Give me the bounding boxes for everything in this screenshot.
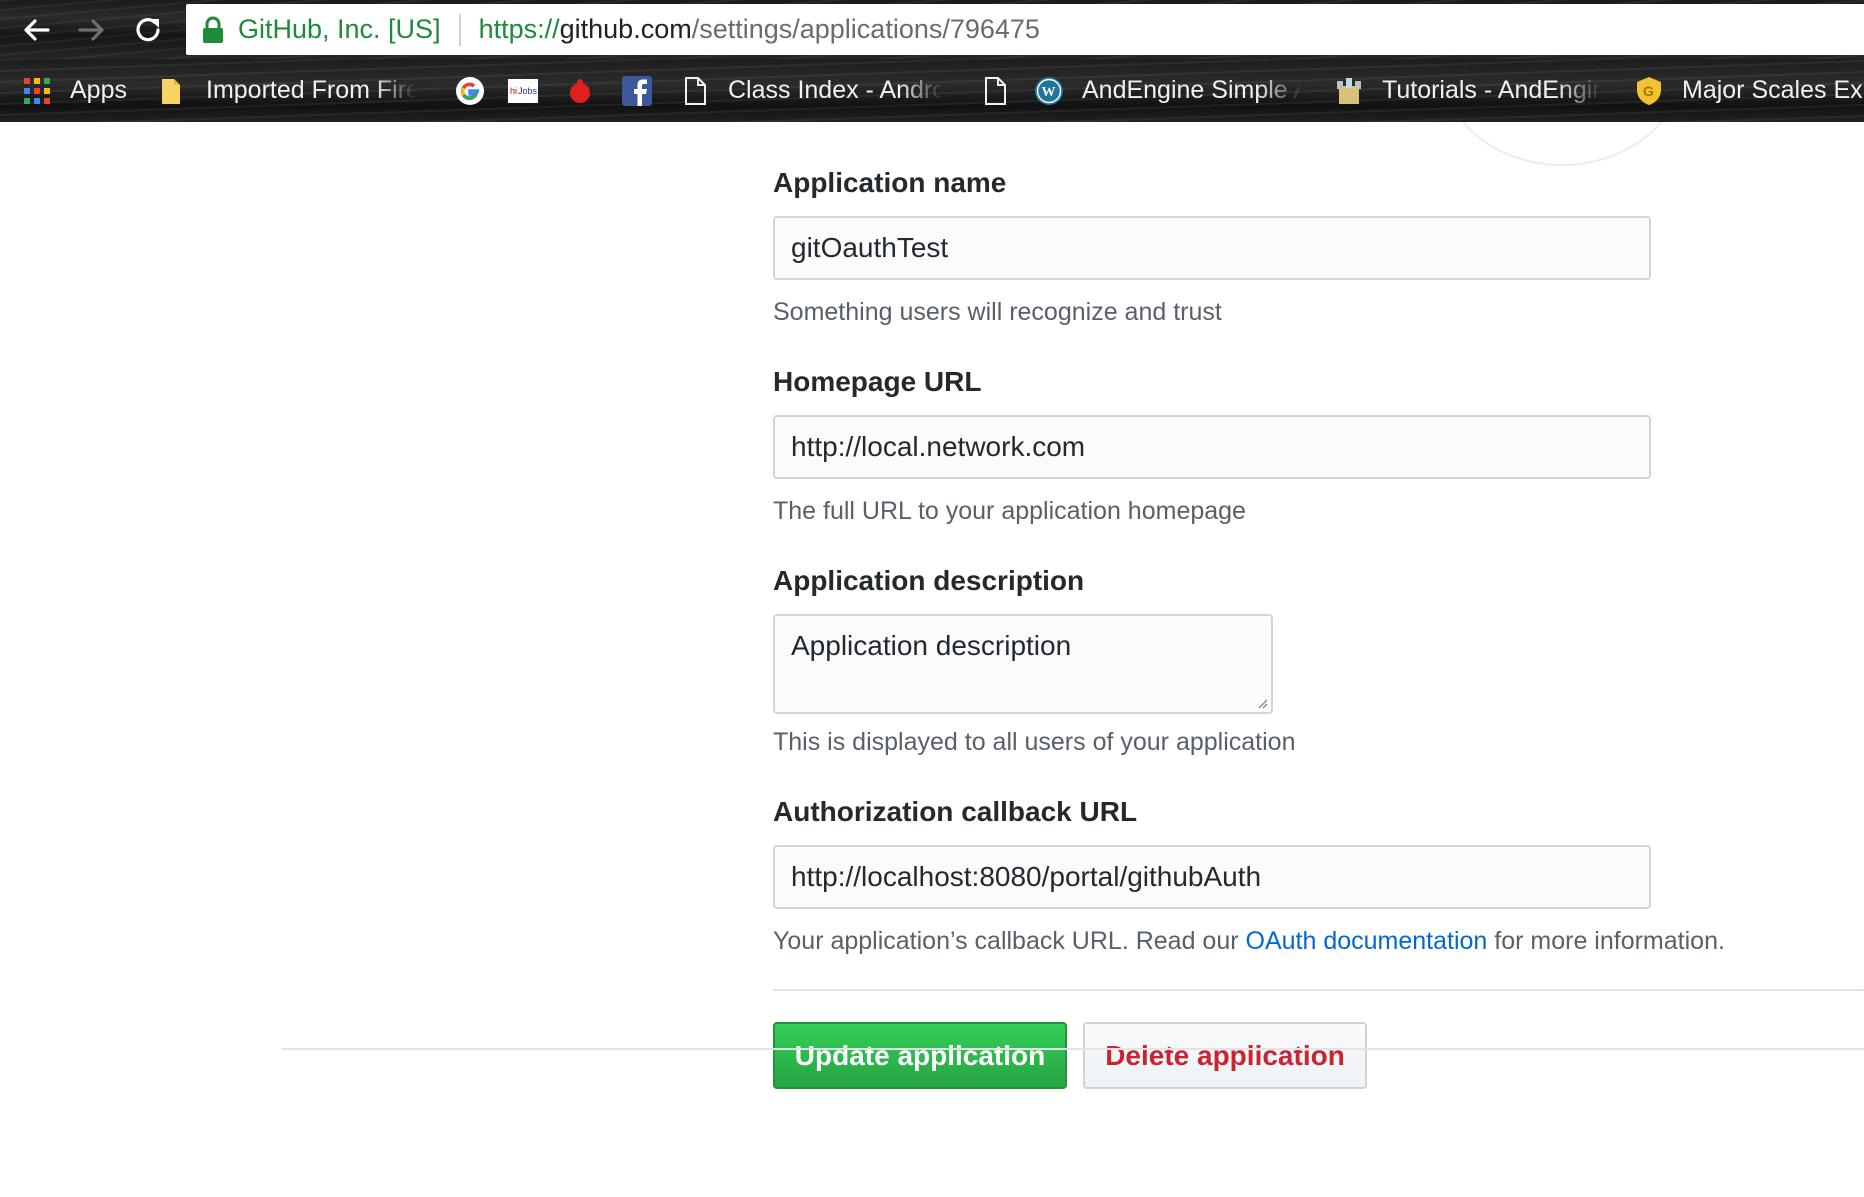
bookmark-label: Apps [70,76,127,104]
page-icon [985,76,1006,105]
url-host: github.com [559,14,692,44]
lock-icon [203,16,223,43]
resize-handle-icon[interactable] [1256,697,1268,709]
app-description-note: This is displayed to all users of your a… [773,728,1296,756]
bookmark-label: Imported From Firef [206,76,416,104]
svg-text:hi: hi [510,86,517,96]
bookmark-class-index[interactable]: Class Index - Androi [680,59,943,122]
site-identity[interactable]: GitHub, Inc. [US] [238,14,441,45]
omnibox-separator [458,13,461,46]
homepage-url-note: The full URL to your application homepag… [773,497,1246,525]
facebook-icon [622,75,652,106]
callback-url-note: Your application’s callback URL. Read ou… [773,927,1725,956]
bookmark-andengine-simple[interactable]: W AndEngine Simple A [1034,59,1302,122]
google-icon [456,76,484,105]
update-application-button[interactable]: Update application [773,1022,1067,1089]
bookmark-label: Class Index - Androi [728,76,943,104]
callback-note-text-end: for more information. [1487,927,1725,955]
address-bar[interactable]: GitHub, Inc. [US] https://github.com/set… [186,4,1864,55]
browser-toolbar: GitHub, Inc. [US] https://github.com/set… [0,0,1864,59]
forward-arrow-icon[interactable] [72,10,112,50]
svg-text:Jobs: Jobs [518,86,538,96]
shield-badge-icon: G [1637,76,1661,105]
url-scheme: https:// [478,14,560,44]
wordpress-icon: W [1035,76,1063,105]
bookmark-label: Tutorials - AndEngin [1382,76,1602,104]
reload-icon[interactable] [128,10,168,50]
indeed-jobs-icon: hi Jobs [508,78,538,103]
apps-grid-icon [24,77,50,104]
app-name-label: Application name [773,167,1007,198]
avatar-upload-circle [1440,122,1684,166]
bookmark-label: AndEngine Simple A [1082,76,1302,104]
callback-note-text: Your application’s callback URL. Read ou… [773,927,1246,955]
castle-icon [1337,77,1361,104]
back-arrow-icon[interactable] [16,10,56,50]
bookmark-label: Major Scales Exp [1682,76,1864,104]
app-description-textarea[interactable]: Application description [773,614,1273,714]
callback-url-label: Authorization callback URL [773,796,1138,827]
homepage-url-input[interactable]: http://local.network.com [773,415,1651,479]
app-name-input[interactable]: gitOauthTest [773,216,1651,280]
bookmark-bug[interactable] [565,59,613,122]
svg-text:G: G [1643,83,1654,99]
app-description-label: Application description [773,565,1085,596]
app-description-placeholder: Application description [791,630,1072,661]
url-path: /settings/applications/796475 [691,14,1040,44]
bookmark-major-scales[interactable]: G Major Scales Exp [1634,59,1864,122]
red-bug-icon [570,78,590,103]
folder-icon [162,78,180,104]
homepage-url-label: Homepage URL [773,366,982,397]
app-name-note: Something users will recognize and trust [773,298,1222,326]
delete-application-button[interactable]: Delete application [1083,1022,1367,1089]
bookmark-apps[interactable]: Apps [22,59,127,122]
url-text[interactable]: https://github.com/settings/applications… [479,14,1040,45]
svg-text:W: W [1042,85,1056,100]
form-divider [773,989,1864,991]
bookmark-facebook[interactable] [622,59,670,122]
bookmark-imported-folder[interactable]: Imported From Firef [158,59,416,122]
callback-url-input[interactable]: http://localhost:8080/portal/githubAuth [773,845,1651,909]
bookmark-google[interactable] [455,59,503,122]
settings-page: Application name gitOauthTest Something … [0,122,1864,1197]
oauth-documentation-link[interactable]: OAuth documentation [1246,927,1488,955]
bookmarks-bar: Apps Imported From Firef hi Jobs Class I… [0,59,1864,122]
footer-divider [282,1048,1864,1050]
bookmark-tutorials[interactable]: Tutorials - AndEngin [1334,59,1602,122]
page-icon [685,76,706,105]
bookmark-jobs[interactable]: hi Jobs [508,59,556,122]
bookmark-page[interactable] [980,59,1028,122]
